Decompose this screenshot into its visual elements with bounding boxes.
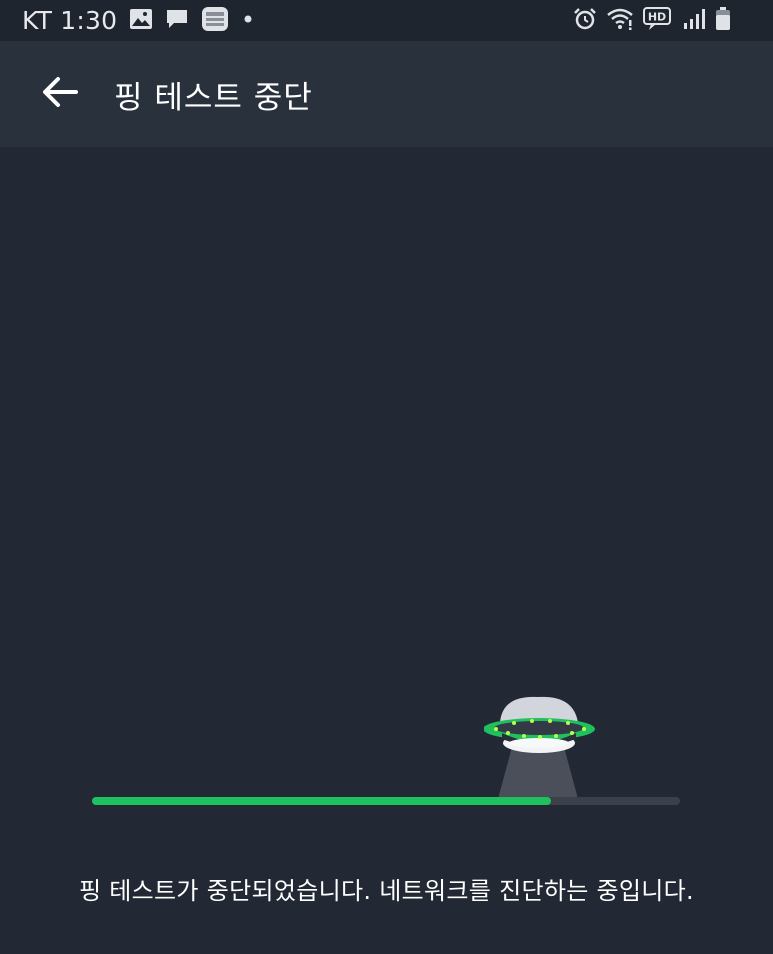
ufo-illustration (483, 695, 604, 803)
alarm-icon (573, 7, 597, 35)
app-notification-icon (201, 6, 229, 36)
hd-label: HD (648, 10, 666, 23)
hd-icon: HD (643, 6, 673, 35)
carrier-time: KT 1:30 (22, 6, 118, 35)
page-title: 핑 테스트 중단 (114, 79, 313, 116)
status-left: KT 1:30 (22, 6, 255, 36)
signal-icon (683, 8, 705, 34)
main-content: 핑 테스트가 중단되었습니다. 네트워크를 진단하는 중입니다. (0, 147, 773, 954)
dot-icon (241, 11, 255, 30)
back-button[interactable] (28, 62, 92, 126)
status-bar: KT 1:30 HD (0, 0, 773, 41)
image-icon (129, 8, 153, 34)
status-right: HD (573, 6, 731, 35)
progress-bar (92, 797, 680, 805)
message-icon (165, 8, 189, 34)
progress-fill (92, 797, 551, 805)
wifi-icon (607, 8, 633, 34)
app-bar: 핑 테스트 중단 (0, 41, 773, 147)
battery-icon (715, 6, 731, 35)
arrow-left-icon (42, 76, 78, 112)
status-message: 핑 테스트가 중단되었습니다. 네트워크를 진단하는 중입니다. (78, 877, 694, 905)
